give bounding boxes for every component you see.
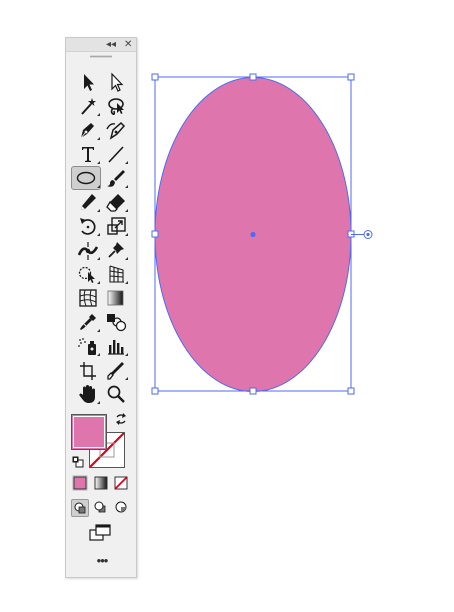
handle-bottom-center[interactable] <box>249 387 257 395</box>
artboard-canvas[interactable] <box>0 0 454 612</box>
handle-middle-left[interactable] <box>151 230 159 238</box>
center-point <box>250 231 256 238</box>
handle-bottom-right[interactable] <box>347 387 355 395</box>
handle-top-left[interactable] <box>151 73 159 81</box>
handle-top-right[interactable] <box>347 73 355 81</box>
handle-bottom-left[interactable] <box>151 387 159 395</box>
handle-top-center[interactable] <box>249 73 257 81</box>
